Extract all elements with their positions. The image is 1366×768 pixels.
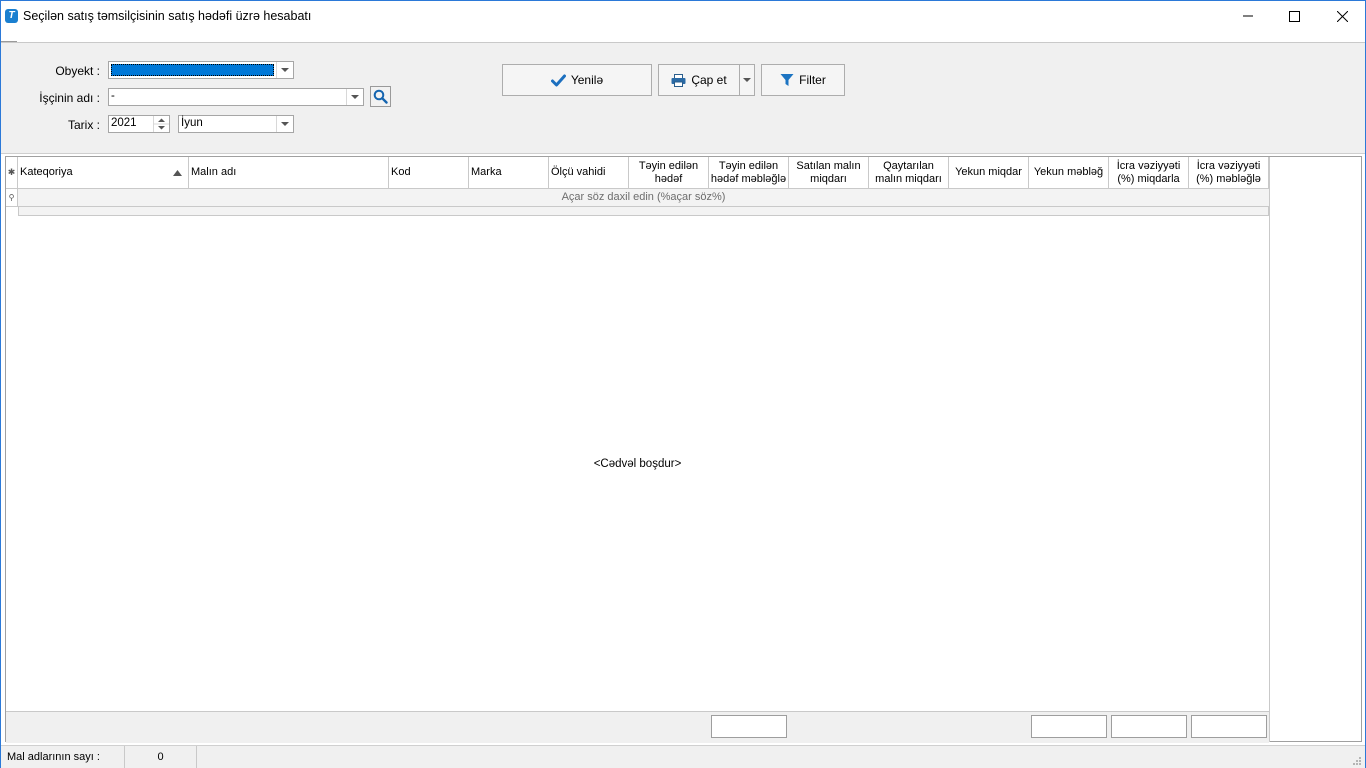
group-row-strip <box>18 207 1269 216</box>
column-header-malin-adi[interactable]: Malın adı <box>189 157 389 189</box>
grid-footer <box>6 711 1269 743</box>
spin-arrows-icon <box>154 118 169 130</box>
column-header-yekun-mebleg[interactable]: Yekun məbləğ <box>1029 157 1109 189</box>
month-dropdown-button[interactable] <box>276 116 293 132</box>
column-header-label: Kod <box>391 166 411 178</box>
column-header-olcu-vahidi[interactable]: Ölçü vahidi <box>549 157 629 189</box>
app-icon: T <box>5 9 18 23</box>
minimize-button[interactable] <box>1225 1 1271 31</box>
chevron-down-icon <box>743 78 751 82</box>
column-header-label: Qaytarılan malın miqdarı <box>875 159 942 185</box>
isci-value: - <box>111 90 115 102</box>
column-header-label: Satılan malın miqdarı <box>796 159 861 185</box>
auto-filter-row[interactable]: ⚲ Açar söz daxil edin (%açar söz%) <box>6 189 1269 207</box>
sort-asc-icon <box>173 170 182 176</box>
refresh-label: Yenilə <box>570 73 604 87</box>
minimize-icon <box>1243 15 1253 17</box>
column-header-label: Kateqoriya <box>20 166 73 178</box>
search-employee-button[interactable] <box>370 86 391 107</box>
tarix-label: Tarix : <box>67 118 100 132</box>
obyekt-combo[interactable] <box>108 61 294 79</box>
footer-summary-icra-mebleg <box>1191 715 1267 738</box>
column-header-icra-mebleg[interactable]: İcra vəziyyəti (%) məbləğlə <box>1189 157 1269 189</box>
resize-grip-icon[interactable] <box>1352 756 1362 766</box>
column-header-satilan-miqdar[interactable]: Satılan malın miqdarı <box>789 157 869 189</box>
column-header-label: Yekun miqdar <box>955 166 1022 178</box>
month-combo[interactable]: İyun <box>178 115 294 133</box>
maximize-button[interactable] <box>1271 1 1317 31</box>
filter-placeholder: Açar söz daxil edin (%açar söz%) <box>561 191 726 203</box>
isci-dropdown-button[interactable] <box>346 89 363 105</box>
column-header-yekun-miqdar[interactable]: Yekun miqdar <box>949 157 1029 189</box>
grid-header: ✱ Kateqoriya Malın adı Kod Marka Ölçü va… <box>6 157 1269 189</box>
obyekt-label: Obyekt : <box>55 64 100 78</box>
column-header-kateqoriya[interactable]: Kateqoriya <box>18 157 189 189</box>
divider <box>1269 157 1270 742</box>
footer-summary-icra-miqdar <box>1111 715 1187 738</box>
column-header-label: Təyin edilən hədəf məbləğlə <box>710 159 787 185</box>
close-icon <box>1336 10 1348 22</box>
column-header-label: İcra vəziyyəti (%) miqdarla <box>1116 159 1181 185</box>
column-header-label: Malın adı <box>191 166 237 178</box>
filter-label: Filter <box>799 73 826 87</box>
row-indicator-header[interactable]: ✱ <box>6 157 18 189</box>
chevron-down-icon <box>281 122 289 126</box>
year-value: 2021 <box>111 117 137 129</box>
close-button[interactable] <box>1319 1 1365 31</box>
search-icon <box>373 89 388 104</box>
report-window: T Seçilən satış təmsilçisinin satış hədə… <box>0 0 1366 768</box>
year-spinner[interactable]: 2021 <box>108 115 170 133</box>
column-header-label: Ölçü vahidi <box>551 166 606 178</box>
year-spin-buttons[interactable] <box>153 116 169 132</box>
maximize-icon <box>1288 10 1300 22</box>
footer-summary-yekun-mebleg <box>1031 715 1107 738</box>
column-header-kod[interactable]: Kod <box>389 157 469 189</box>
parameters-panel: Obyekt : İşçinin adı : - Tarix : 2021 İy… <box>1 43 1365 154</box>
filter-button[interactable]: Filter <box>761 64 845 96</box>
print-button[interactable]: Çap et <box>658 64 740 96</box>
obyekt-dropdown-button[interactable] <box>276 62 293 78</box>
column-header-marka[interactable]: Marka <box>469 157 549 189</box>
column-header-label: İcra vəziyyəti (%) məbləğlə <box>1196 159 1261 185</box>
column-header-icra-miqdar[interactable]: İcra vəziyyəti (%) miqdarla <box>1109 157 1189 189</box>
obyekt-selection <box>111 64 274 76</box>
column-header-label: Marka <box>471 166 502 178</box>
column-header-qaytarilan-miqdar[interactable]: Qaytarılan malın miqdarı <box>869 157 949 189</box>
report-grid: ✱ Kateqoriya Malın adı Kod Marka Ölçü va… <box>5 156 1362 743</box>
item-count-label: Mal adlarının sayı : <box>1 746 125 768</box>
item-count-value: 0 <box>125 746 197 768</box>
column-header-teyin-hedef-mebleg[interactable]: Təyin edilən hədəf məbləğlə <box>709 157 789 189</box>
funnel-icon <box>780 74 794 86</box>
chevron-down-icon <box>281 68 289 72</box>
status-bar: Mal adlarının sayı : 0 <box>1 745 1365 768</box>
footer-summary-teyin-hedef-mebleg <box>711 715 787 738</box>
print-options-button[interactable] <box>739 64 755 96</box>
isci-combo[interactable]: - <box>108 88 364 106</box>
chevron-down-icon <box>351 95 359 99</box>
check-icon <box>550 74 566 86</box>
window-title: Seçilən satış təmsilçisinin satış hədəfi… <box>23 9 312 23</box>
refresh-button[interactable]: Yenilə <box>502 64 652 96</box>
title-bar: T Seçilən satış təmsilçisinin satış hədə… <box>1 1 1365 31</box>
empty-grid-message: <Cədvəl boşdur> <box>593 458 682 470</box>
printer-icon <box>671 73 686 87</box>
month-value: İyun <box>181 117 203 129</box>
isci-label: İşçinin adı : <box>39 91 100 105</box>
print-label: Çap et <box>691 73 727 87</box>
column-header-label: Yekun məbləğ <box>1033 166 1104 178</box>
column-header-teyin-hedef[interactable]: Təyin edilən hədəf <box>629 157 709 189</box>
column-header-label: Təyin edilən hədəf <box>638 159 699 185</box>
filter-row-indicator: ⚲ <box>6 189 18 206</box>
